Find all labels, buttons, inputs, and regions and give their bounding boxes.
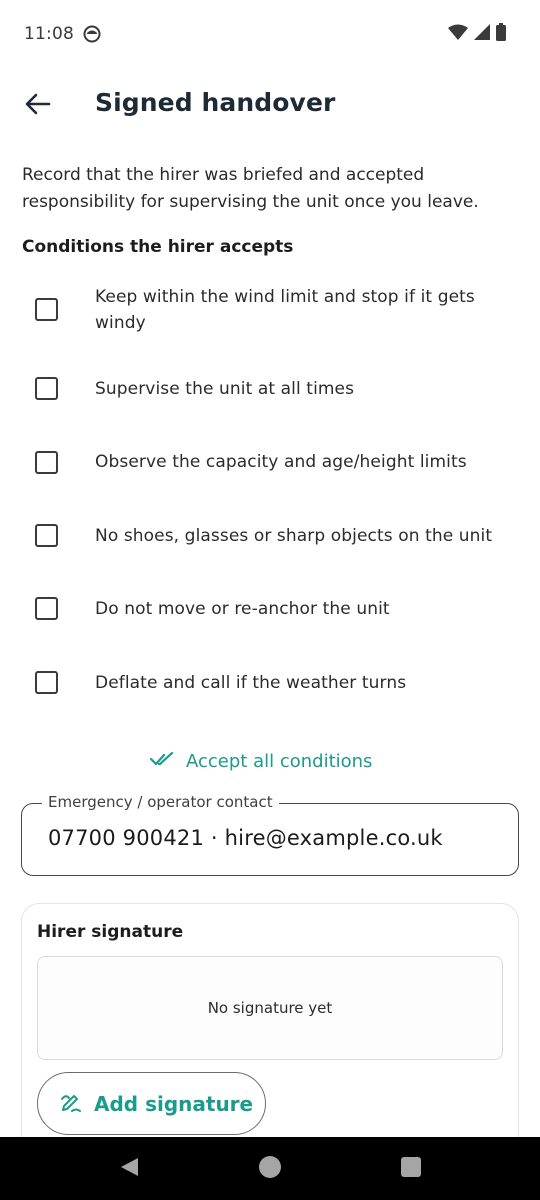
- square-recents-icon: [400, 1156, 422, 1182]
- system-nav-bar: [0, 1137, 540, 1200]
- condition-item-wind[interactable]: Keep within the wind limit and stop if i…: [0, 282, 540, 338]
- add-signature-label: Add signature: [94, 1091, 254, 1116]
- checkbox[interactable]: [35, 597, 58, 620]
- condition-label: Do not move or re-anchor the unit: [95, 599, 390, 619]
- double-check-icon: [149, 750, 176, 772]
- nav-back-button[interactable]: [116, 1156, 142, 1182]
- add-signature-button[interactable]: Add signature: [37, 1072, 266, 1135]
- circle-home-icon: [258, 1155, 282, 1183]
- signature-title: Hirer signature: [37, 922, 184, 942]
- app-bar: Signed handover: [0, 70, 540, 142]
- checkbox[interactable]: [35, 298, 58, 321]
- condition-item-anchor[interactable]: Do not move or re-anchor the unit: [0, 592, 540, 628]
- triangle-back-icon: [118, 1156, 140, 1182]
- back-button[interactable]: [14, 82, 62, 130]
- accept-all-button[interactable]: Accept all conditions: [149, 744, 373, 778]
- condition-label: Supervise the unit at all times: [95, 379, 355, 399]
- contact-field-label: Emergency / operator contact: [42, 793, 279, 811]
- condition-label: Observe the capacity and age/height limi…: [95, 452, 467, 472]
- checkbox[interactable]: [35, 377, 58, 400]
- status-time: 11:08: [24, 24, 74, 44]
- condition-item-capacity[interactable]: Observe the capacity and age/height limi…: [0, 445, 540, 481]
- condition-item-supervise[interactable]: Supervise the unit at all times: [0, 372, 540, 408]
- contact-field[interactable]: Emergency / operator contact 07700 90042…: [21, 793, 519, 876]
- signature-pad[interactable]: No signature yet: [37, 956, 503, 1060]
- cellular-signal-icon: [474, 24, 490, 44]
- arrow-left-icon: [25, 93, 51, 119]
- checkbox[interactable]: [35, 671, 58, 694]
- status-icons: [448, 23, 506, 45]
- condition-label: Deflate and call if the weather turns: [95, 673, 407, 693]
- checkbox[interactable]: [35, 524, 58, 547]
- contact-field-value[interactable]: 07700 900421 · hire@example.co.uk: [48, 826, 443, 850]
- accept-all-label: Accept all conditions: [186, 750, 373, 772]
- conditions-heading: Conditions the hirer accepts: [22, 237, 294, 257]
- signature-pen-icon: [60, 1091, 82, 1117]
- condition-item-shoes[interactable]: No shoes, glasses or sharp objects on th…: [0, 519, 540, 555]
- condition-item-weather[interactable]: Deflate and call if the weather turns: [0, 666, 540, 702]
- nav-recents-button[interactable]: [398, 1156, 424, 1182]
- nav-home-button[interactable]: [257, 1156, 283, 1182]
- checkbox[interactable]: [35, 451, 58, 474]
- notification-face-icon: [83, 25, 101, 43]
- wifi-icon: [448, 24, 468, 44]
- condition-label: No shoes, glasses or sharp objects on th…: [95, 526, 493, 546]
- signature-card: Hirer signature No signature yet Add sig…: [21, 903, 519, 1163]
- intro-text: Record that the hirer was briefed and ac…: [22, 165, 479, 212]
- signature-placeholder: No signature yet: [207, 999, 333, 1017]
- page-title: Signed handover: [95, 88, 336, 117]
- battery-icon: [496, 23, 506, 45]
- condition-label: Keep within the wind limit and stop if i…: [95, 287, 475, 333]
- status-bar: 11:08: [0, 0, 540, 70]
